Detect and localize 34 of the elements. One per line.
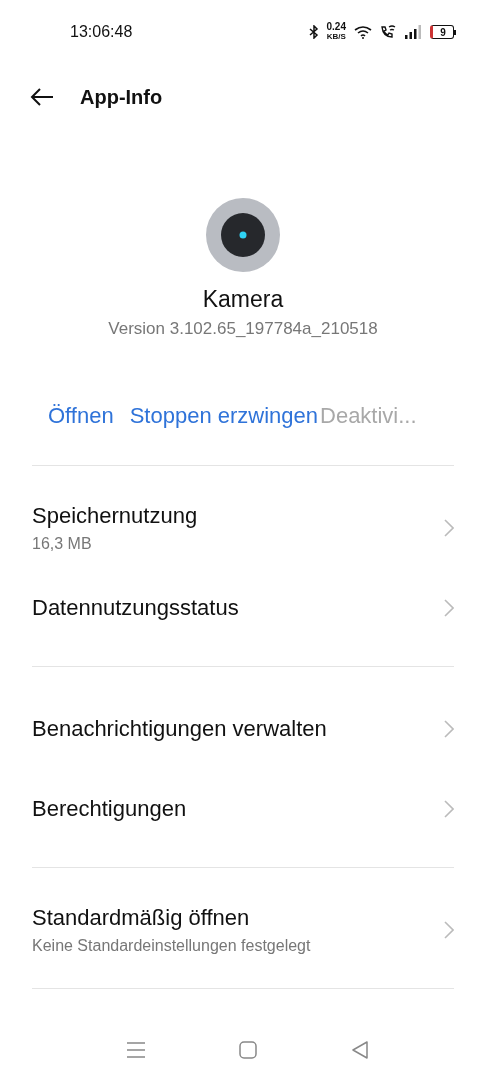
settings-item[interactable]: Berechtigungen — [32, 769, 454, 849]
action-link[interactable]: Öffnen — [48, 403, 114, 429]
phone-wifi-icon — [380, 25, 396, 39]
action-link[interactable]: Stoppen erzwingen — [129, 403, 318, 429]
app-version: Version 3.102.65_197784a_210518 — [108, 319, 378, 339]
camera-app-icon — [206, 198, 280, 272]
network-speed: 0.24 KB/S — [326, 22, 346, 42]
chevron-icon — [444, 921, 454, 939]
chevron-icon — [444, 599, 454, 617]
item-title: Standardmäßig öffnen — [32, 905, 251, 931]
item-title: Speichernutzung — [32, 503, 199, 529]
settings-item[interactable]: Standardmäßig öffnen Keine Standardeinstellungen festgelegt — [32, 890, 454, 970]
back-button[interactable] — [30, 87, 54, 107]
settings-item[interactable]: Datennutzungsstatus — [32, 568, 454, 648]
battery-icon: 9 — [430, 25, 456, 39]
item-subtitle: Keine Standardeinstellungen festgelegt — [32, 937, 312, 955]
home-button[interactable] — [239, 1041, 257, 1059]
item-subtitle: 16,3 MB — [32, 535, 93, 553]
back-nav-button[interactable] — [351, 1041, 369, 1059]
menu-button[interactable] — [127, 1042, 145, 1058]
app-name: Kamera — [202, 286, 284, 313]
settings-item[interactable]: Speichernutzung 16,3 MB — [32, 488, 454, 568]
chevron-icon — [444, 720, 454, 738]
wifi-icon — [354, 25, 372, 39]
chevron-icon — [444, 519, 454, 537]
item-title: Datennutzungsstatus — [32, 595, 240, 621]
bluetooth-icon — [308, 25, 319, 39]
signal-icon — [404, 25, 422, 39]
page-title: App-Info — [80, 85, 163, 109]
chevron-icon — [444, 800, 454, 818]
settings-item[interactable]: Benachrichtigungen verwalten — [32, 689, 454, 769]
clock: 13:06:48 — [70, 23, 134, 41]
item-title: Berechtigungen — [32, 796, 188, 822]
item-title: Benachrichtigungen verwalten — [32, 716, 328, 742]
